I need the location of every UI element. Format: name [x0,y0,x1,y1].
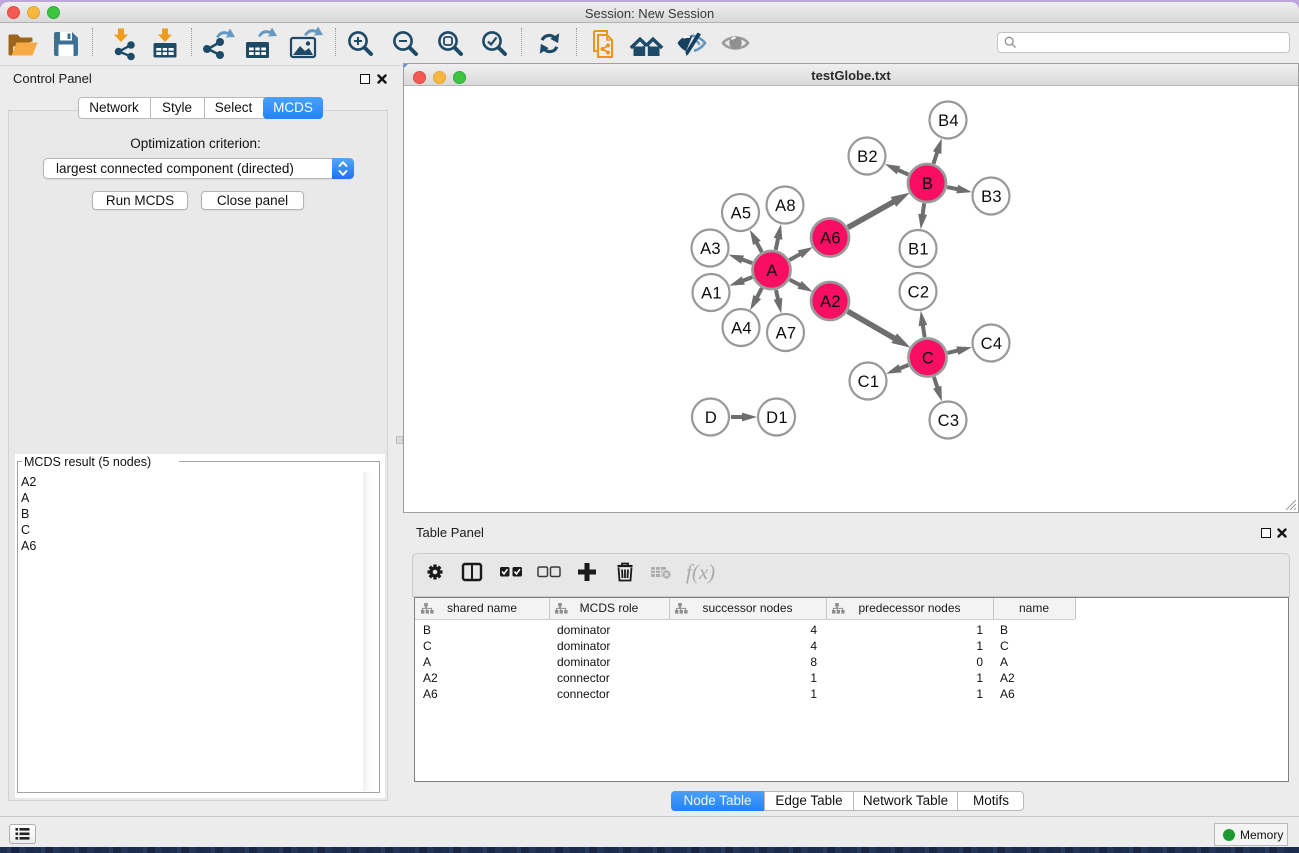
svg-text:B4: B4 [938,112,959,130]
svg-text:A1: A1 [701,285,722,303]
svg-text:A: A [766,262,777,280]
svg-text:B: B [922,175,933,193]
svg-text:C4: C4 [981,335,1003,353]
svg-text:D: D [705,409,717,427]
svg-text:B3: B3 [981,188,1002,206]
svg-text:C1: C1 [858,373,880,391]
svg-text:A2: A2 [820,293,841,311]
svg-text:C: C [922,350,934,368]
svg-text:C2: C2 [908,284,930,302]
svg-text:A6: A6 [820,230,841,248]
svg-text:A8: A8 [775,197,796,215]
svg-text:B1: B1 [908,241,929,259]
svg-text:A5: A5 [731,205,752,223]
svg-text:A7: A7 [776,325,797,343]
svg-text:f(x): f(x) [686,560,715,584]
svg-text:C3: C3 [938,412,960,430]
svg-text:A3: A3 [700,240,721,258]
svg-text:A4: A4 [731,320,752,338]
svg-text:B2: B2 [857,148,878,166]
svg-text:D1: D1 [766,409,788,427]
